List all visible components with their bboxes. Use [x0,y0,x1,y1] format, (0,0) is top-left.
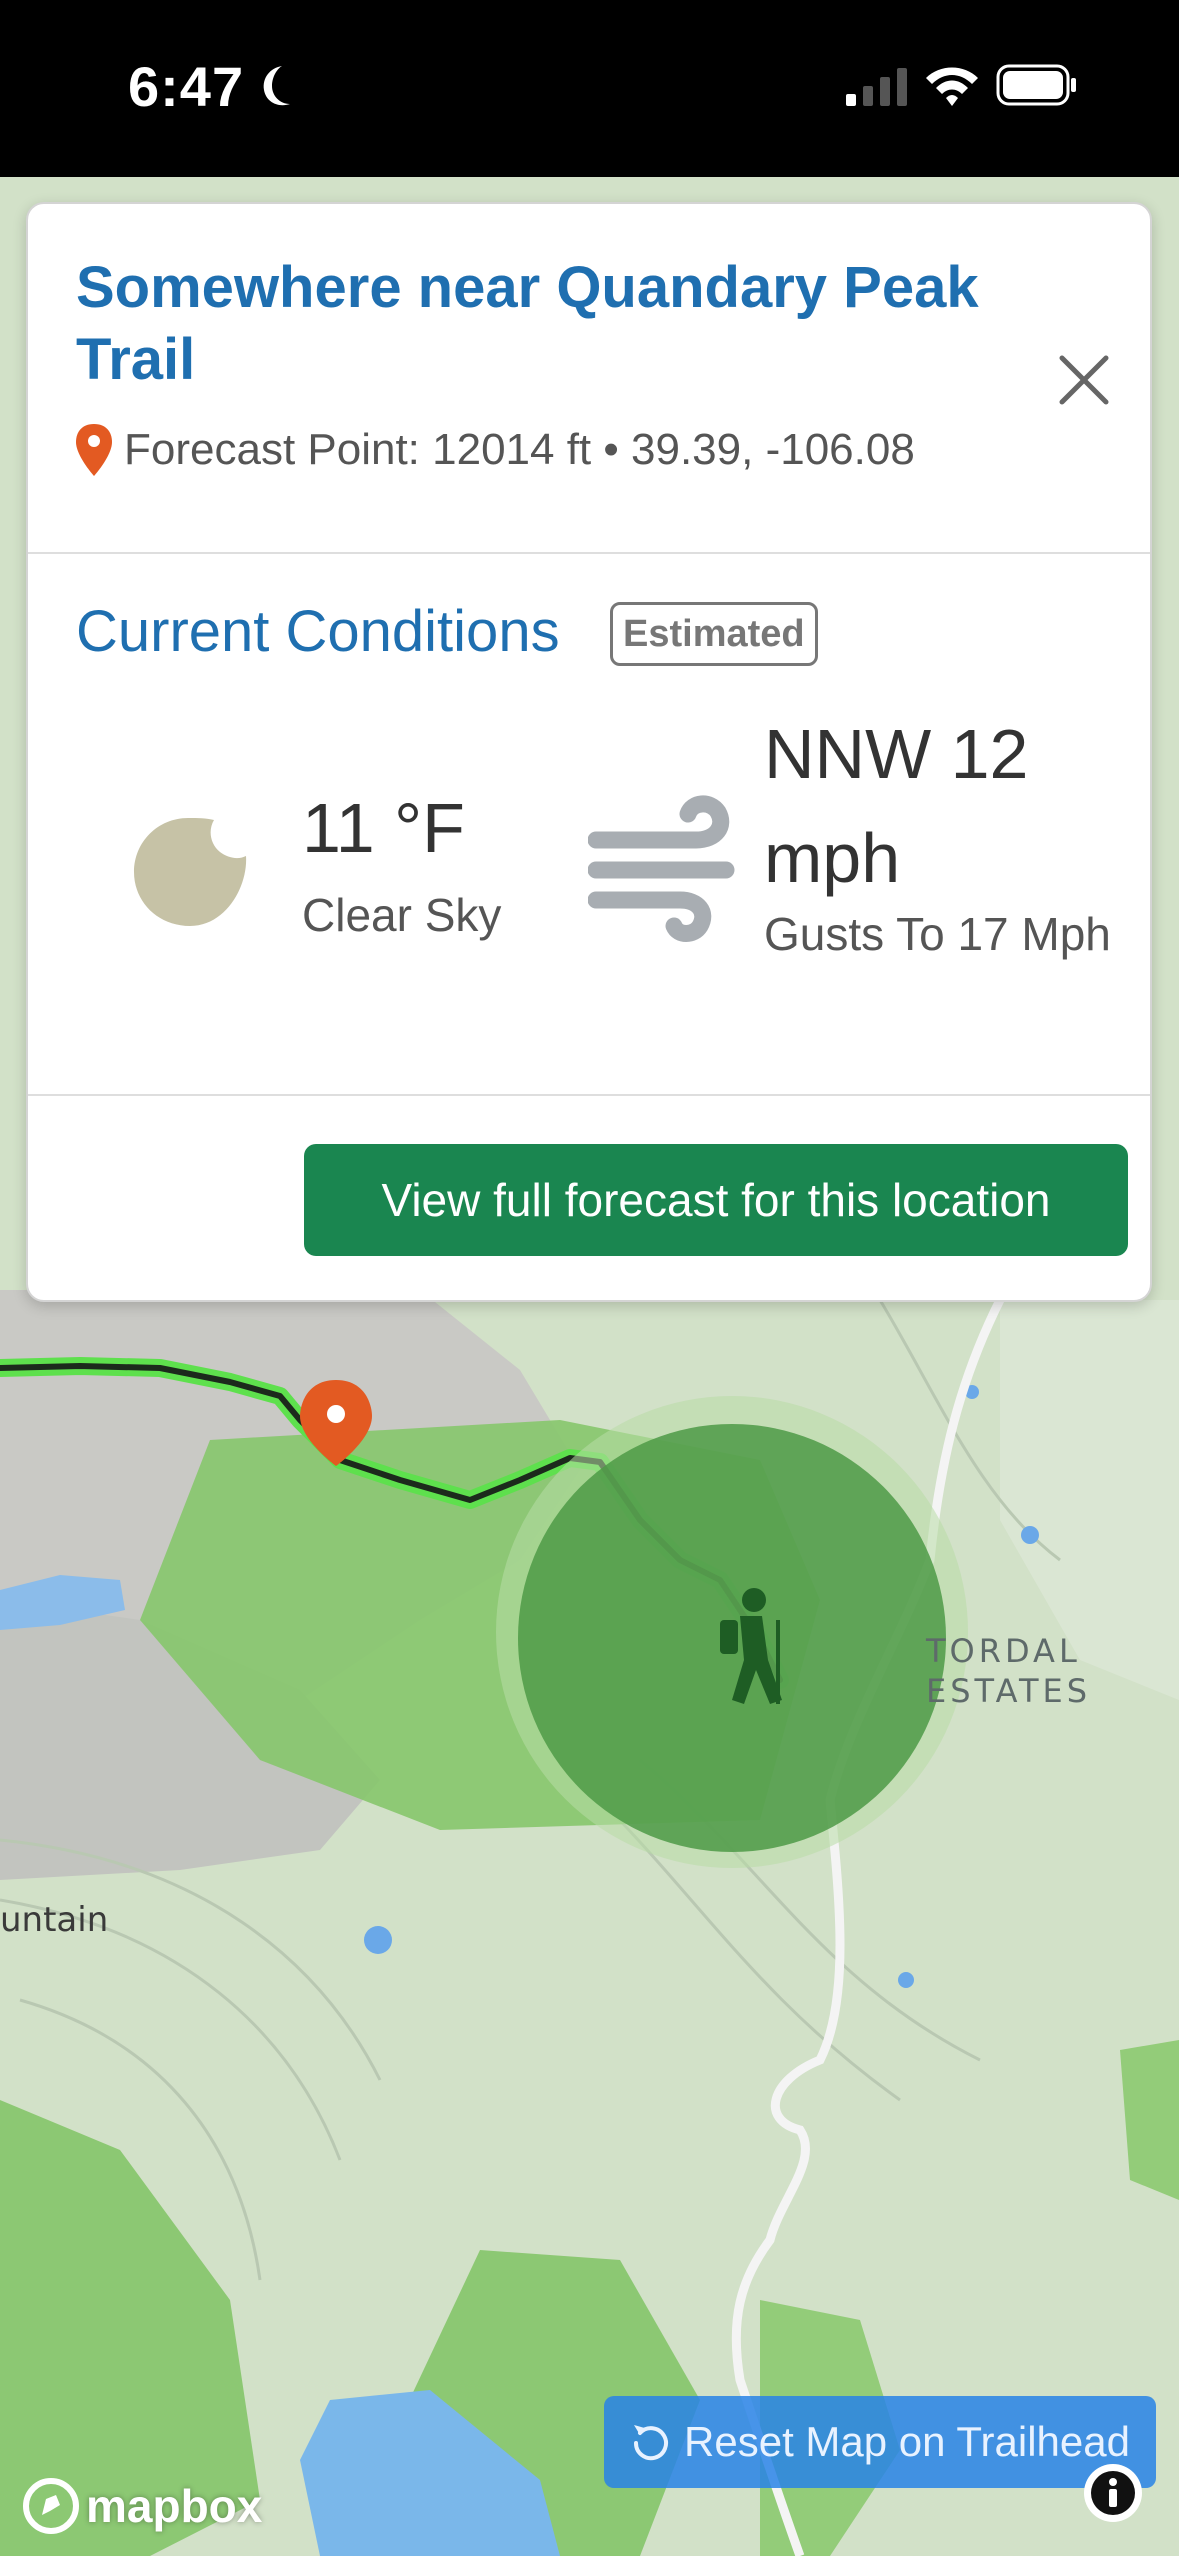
wind-icon [588,795,735,942]
wifi-icon [926,67,978,106]
battery-icon [996,64,1076,106]
mapbox-attribution[interactable]: mapbox [22,2476,262,2536]
reset-map-label: Reset Map on Trailhead [684,2418,1130,2465]
forecast-point-text: Forecast Point: 12014 ft • 39.39, -106.0… [124,425,915,474]
view-full-forecast-button[interactable]: View full forecast for this location [304,1144,1128,1256]
mapbox-logo-icon [23,2478,79,2534]
sky-condition: Clear Sky [302,889,502,941]
cellular-signal-icon [846,68,907,106]
map-place-label-line1: TORDAL [926,1632,1081,1670]
forecast-point-row: Forecast Point: 12014 ft • 39.39, -106.0… [76,420,915,480]
divider [28,552,1150,554]
status-bar: 6:47 [0,0,1179,177]
divider [28,1094,1150,1096]
moon-icon [263,66,290,106]
map-place-label-line2: ESTATES [926,1672,1092,1710]
current-conditions-heading: Current Conditions [76,599,560,664]
estimated-badge: Estimated [610,602,818,666]
temperature-value: 11 °F [302,789,465,867]
forecast-popup-card: Somewhere near Quandary Peak Trail Forec… [26,202,1152,1302]
close-icon[interactable] [1048,344,1120,416]
reset-map-button[interactable]: Reset Map on Trailhead [604,2396,1156,2488]
location-pin-icon [76,424,112,476]
mapbox-wordmark: mapbox [86,2480,263,2532]
map-mountain-label: untain [0,1900,109,1940]
wind-gusts: Gusts To 17 Mph [764,908,1111,960]
info-icon[interactable] [1082,2462,1144,2524]
location-title: Somewhere near Quandary Peak Trail [76,255,979,392]
wind-speed: NNW 12 mph [764,715,1029,897]
status-time: 6:47 [128,55,245,118]
clear-night-moon-icon [134,818,247,926]
reset-arrow-icon [634,2425,669,2461]
